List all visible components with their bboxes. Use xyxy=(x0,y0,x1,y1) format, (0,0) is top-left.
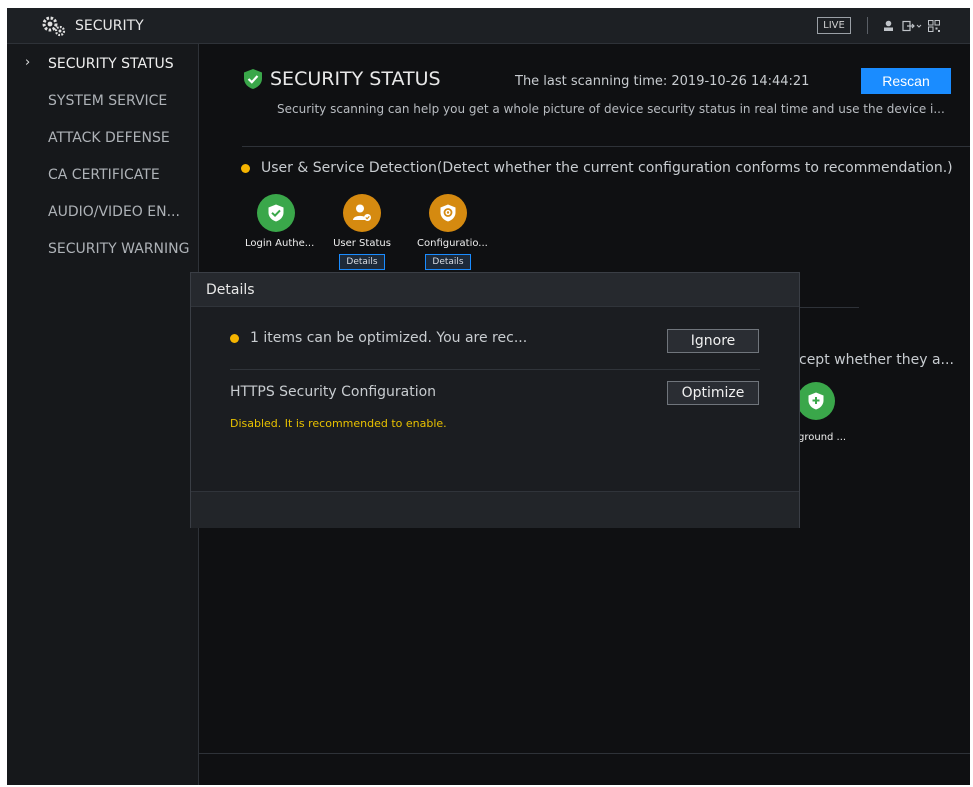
section-user-service-detection: User & Service Detection(Detect whether … xyxy=(241,160,953,176)
logout-icon[interactable] xyxy=(901,17,923,34)
divider xyxy=(799,307,859,308)
toolbar-divider xyxy=(867,17,868,34)
https-config-title: HTTPS Security Configuration xyxy=(230,384,437,400)
detection-item-user-status: User Status Details xyxy=(331,194,393,270)
live-button[interactable]: LIVE xyxy=(817,17,851,34)
page-title-text: SECURITY STATUS xyxy=(270,68,441,90)
description-text: Security scanning can help you get a who… xyxy=(277,102,945,116)
dialog-footer xyxy=(191,491,799,528)
shield-plus-icon[interactable] xyxy=(797,382,835,420)
sidebar-item-ca-certificate[interactable]: CA CERTIFICATE xyxy=(7,159,198,191)
rescan-button[interactable]: Rescan xyxy=(861,68,951,94)
sidebar-item-label: SECURITY STATUS xyxy=(48,56,174,72)
sidebar-item-label: CA CERTIFICATE xyxy=(48,167,160,183)
security-gear-icon xyxy=(41,15,67,37)
optimization-summary: 1 items can be optimized. You are rec... xyxy=(230,330,527,346)
chevron-right-icon: › xyxy=(25,55,31,70)
shield-check-icon xyxy=(242,68,264,90)
https-config-warning: Disabled. It is recommended to enable. xyxy=(230,417,447,430)
sidebar-item-system-service[interactable]: SYSTEM SERVICE xyxy=(7,85,198,117)
user-status-icon xyxy=(343,194,381,232)
page-title: SECURITY STATUS xyxy=(242,68,441,90)
sidebar-item-label: SECURITY WARNING xyxy=(48,241,190,257)
user-icon[interactable] xyxy=(881,17,895,34)
shield-check-icon xyxy=(257,194,295,232)
sidebar-item-label: ATTACK DEFENSE xyxy=(48,130,170,146)
section-title: User & Service Detection(Detect whether … xyxy=(261,160,953,176)
sidebar-item-audio-video-encryption[interactable]: AUDIO/VIDEO EN... xyxy=(7,196,198,228)
item-label: User Status xyxy=(333,238,391,249)
detection-item-login-authentication[interactable]: Login Authe... xyxy=(245,194,315,249)
warning-dot-icon xyxy=(230,333,239,343)
sidebar-item-label: AUDIO/VIDEO EN... xyxy=(48,204,180,220)
last-scan-time: The last scanning time: 2019-10-26 14:44… xyxy=(515,74,810,89)
section-title-partial: cept whether they a... xyxy=(799,352,954,368)
user-status-details-button[interactable]: Details xyxy=(339,254,385,270)
configuration-shield-icon xyxy=(429,194,467,232)
detection-item-configuration: Configuratio... Details xyxy=(417,194,488,270)
sidebar: › SECURITY STATUS SYSTEM SERVICE ATTACK … xyxy=(7,44,199,785)
app-title: SECURITY xyxy=(75,17,144,34)
divider xyxy=(230,369,760,370)
qr-code-icon[interactable] xyxy=(927,17,941,34)
summary-text: 1 items can be optimized. You are rec... xyxy=(250,330,528,346)
warning-dot-icon xyxy=(241,163,250,173)
item-label: Login Authe... xyxy=(245,238,315,249)
item-label-partial: ground ... xyxy=(798,432,847,443)
sidebar-item-label: SYSTEM SERVICE xyxy=(48,93,168,109)
divider xyxy=(242,146,970,147)
top-bar: SECURITY LIVE xyxy=(7,8,970,44)
sidebar-item-security-warning[interactable]: SECURITY WARNING xyxy=(7,233,198,265)
sidebar-item-security-status[interactable]: › SECURITY STATUS xyxy=(7,48,198,80)
app-header: SECURITY xyxy=(41,8,144,43)
footer-divider xyxy=(199,753,970,754)
optimize-button[interactable]: Optimize xyxy=(667,381,759,405)
dialog-title: Details xyxy=(191,273,799,307)
configuration-details-button[interactable]: Details xyxy=(425,254,471,270)
ignore-button[interactable]: Ignore xyxy=(667,329,759,353)
sidebar-item-attack-defense[interactable]: ATTACK DEFENSE xyxy=(7,122,198,154)
details-dialog: Details 1 items can be optimized. You ar… xyxy=(190,272,800,528)
item-label: Configuratio... xyxy=(417,238,488,249)
